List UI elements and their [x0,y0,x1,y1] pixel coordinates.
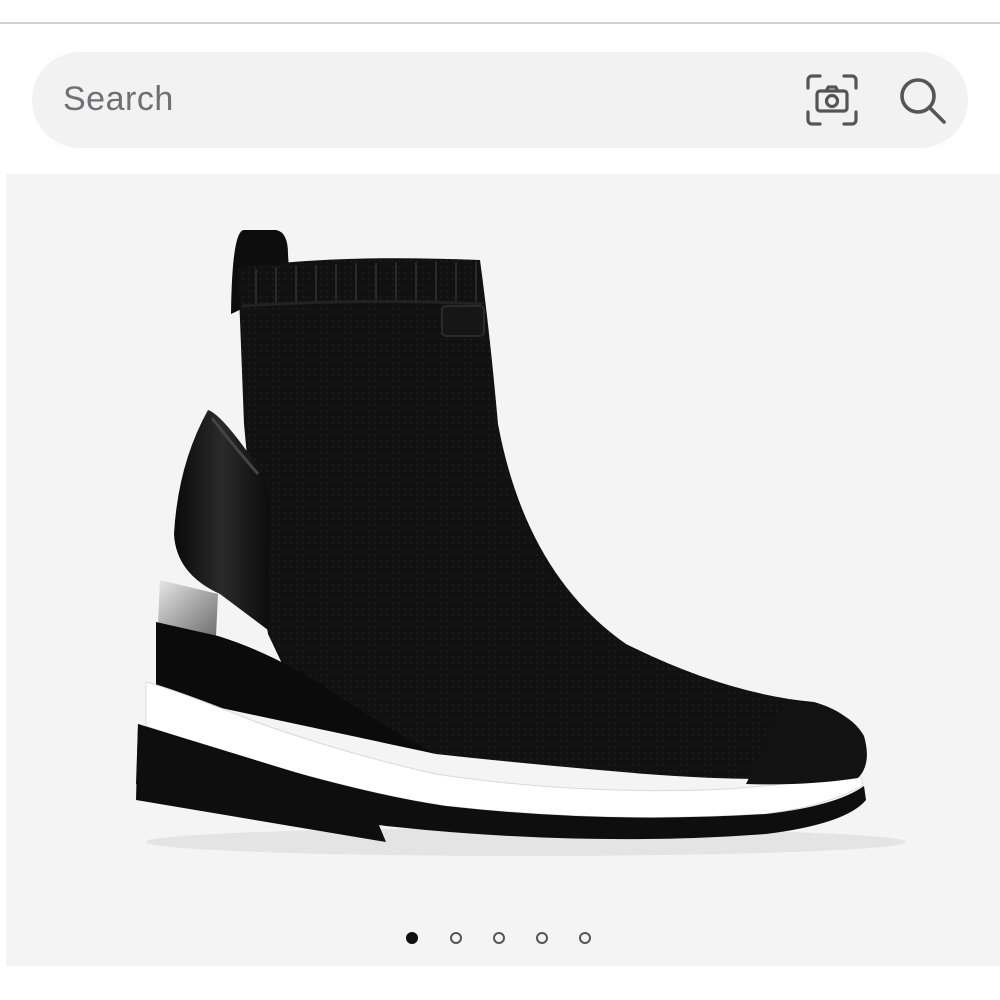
pager-dot-2[interactable] [450,932,462,944]
pager-dot-4[interactable] [536,932,548,944]
camera-icon[interactable] [804,72,860,128]
image-pager [400,930,600,948]
search-icon[interactable] [894,72,950,128]
search-input[interactable]: Search [63,78,174,120]
pager-dot-5[interactable] [579,932,591,944]
product-image-area[interactable] [6,174,1000,966]
top-divider [0,22,1000,24]
shoe-image [136,230,906,856]
pager-dot-1[interactable] [406,932,418,944]
pager-dot-3[interactable] [493,932,505,944]
search-bar[interactable]: Search [32,52,968,148]
